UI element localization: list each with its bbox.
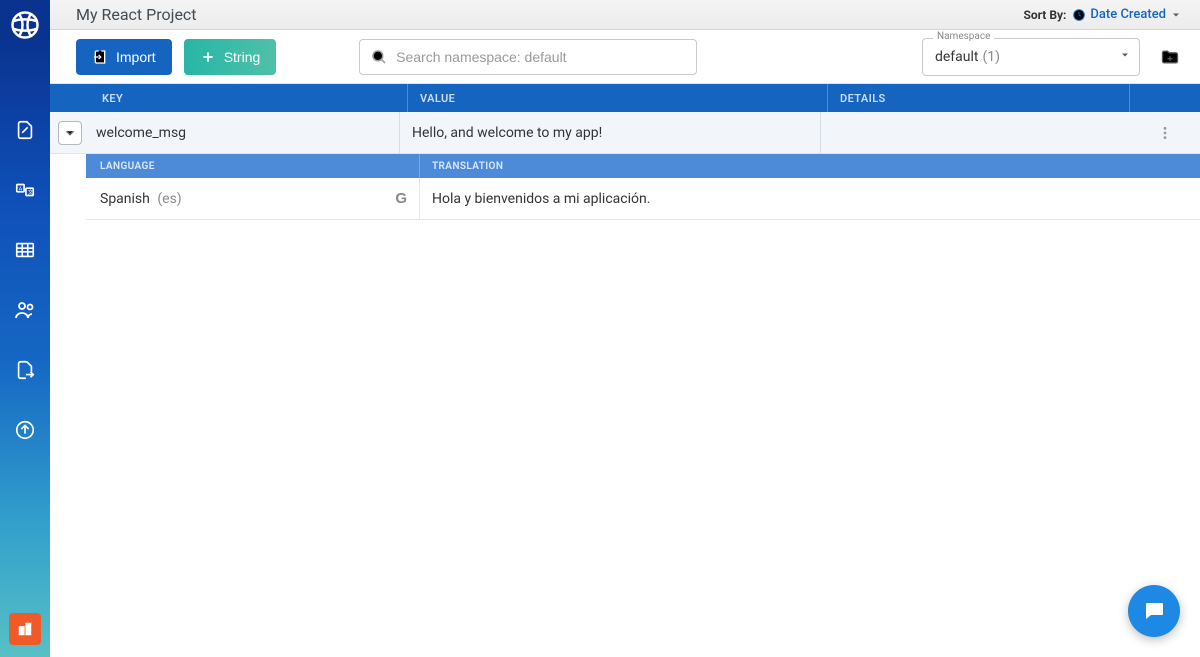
plugin-icon [15, 619, 35, 639]
row-actions-menu[interactable] [1130, 125, 1200, 141]
toolbar: Import String Namespace default (1) [50, 30, 1200, 84]
add-string-button[interactable]: String [184, 39, 277, 75]
translation-language-cell: Spanish (es) G [86, 178, 420, 219]
dots-vertical-icon [1157, 125, 1173, 141]
nav-item-table[interactable] [0, 220, 50, 280]
chat-icon [1142, 599, 1166, 623]
clock-icon [1072, 8, 1086, 22]
search-icon [370, 48, 388, 66]
import-button-label: Import [116, 49, 156, 65]
translation-row[interactable]: Spanish (es) G Hola y bienvenidos a mi a… [86, 178, 1200, 220]
language-name: Spanish [100, 191, 150, 207]
translate-icon: A 文 [14, 179, 36, 201]
upload-circle-icon [14, 419, 36, 441]
row-value: Hello, and welcome to my app! [400, 112, 820, 153]
sidebar: A 文 [0, 0, 50, 657]
nav-item-translate[interactable]: A 文 [0, 160, 50, 220]
main-area: My React Project Sort By: Date Created I… [50, 0, 1200, 657]
column-details: DETAILS [828, 84, 1130, 112]
sort-by-dropdown[interactable]: Date Created [1072, 7, 1182, 22]
chat-fab[interactable] [1128, 585, 1180, 637]
nav-item-edit[interactable] [0, 100, 50, 160]
integration-icon[interactable] [9, 613, 41, 645]
chevron-down-icon [1170, 9, 1182, 21]
namespace-select[interactable]: Namespace default (1) [922, 38, 1140, 76]
nav-item-export[interactable] [0, 340, 50, 400]
column-translation: TRANSLATION [420, 154, 1200, 178]
file-export-icon [14, 359, 36, 381]
globe-icon [10, 10, 40, 40]
language-code: (es) [157, 191, 181, 207]
edit-file-icon [14, 119, 36, 141]
table-header: KEY VALUE DETAILS [50, 84, 1200, 112]
google-translate-icon: G [395, 190, 407, 207]
chevron-down-icon [63, 126, 77, 140]
search-input[interactable] [396, 49, 686, 65]
column-language: LANGUAGE [86, 154, 420, 178]
header-bar: My React Project Sort By: Date Created [50, 0, 1200, 30]
nav-item-upload[interactable] [0, 400, 50, 460]
plus-icon [200, 49, 216, 65]
app-logo [0, 0, 50, 50]
namespace-value: default [935, 49, 979, 65]
table-icon [14, 239, 36, 261]
sort-by-label: Sort By: [1023, 8, 1066, 22]
add-string-button-label: String [224, 49, 261, 65]
project-title: My React Project [76, 5, 197, 24]
sort-by-value: Date Created [1090, 7, 1166, 22]
nav-item-users[interactable] [0, 280, 50, 340]
search-field[interactable] [359, 39, 697, 75]
expand-toggle[interactable] [58, 121, 82, 145]
chevron-down-icon [1119, 49, 1131, 65]
column-value: VALUE [408, 84, 828, 112]
add-namespace-button[interactable] [1158, 45, 1182, 69]
namespace-count: (1) [983, 49, 1001, 65]
svg-text:A: A [19, 186, 23, 192]
folder-plus-icon [1160, 47, 1180, 67]
column-key: KEY [98, 84, 408, 112]
row-key: welcome_msg [86, 112, 400, 153]
translation-text: Hola y bienvenidos a mi aplicación. [420, 191, 1200, 207]
import-icon [92, 49, 108, 65]
translation-header: LANGUAGE TRANSLATION [86, 154, 1200, 178]
namespace-label: Namespace [933, 31, 994, 42]
row-details [820, 112, 1130, 153]
svg-text:文: 文 [28, 188, 34, 196]
users-icon [13, 298, 37, 322]
string-row[interactable]: welcome_msg Hello, and welcome to my app… [50, 112, 1200, 154]
import-button[interactable]: Import [76, 39, 172, 75]
